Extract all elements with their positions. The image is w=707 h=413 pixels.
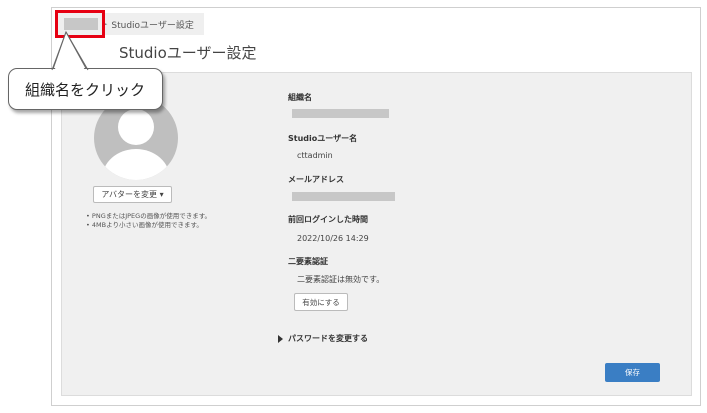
caret-right-icon (278, 334, 283, 343)
avatar-note: PNGまたはJPEGの画像が使用できます。 (86, 212, 211, 221)
email-label: メールアドレス (288, 175, 344, 184)
mfa-status: 二要素認証は無効です。 (297, 275, 385, 284)
studio-user-value: cttadmin (297, 151, 333, 160)
page-title: Studioユーザー設定 (119, 44, 257, 62)
avatar-notes: PNGまたはJPEGの画像が使用できます。 4MBより小さい画像が使用できます。 (86, 212, 211, 230)
breadcrumb-current: Studioユーザー設定 (111, 20, 194, 31)
change-password-label: パスワードを変更する (288, 334, 368, 343)
email-value-redacted (292, 192, 395, 201)
avatar-body-shape (102, 149, 170, 180)
mfa-label: 二要素認証 (288, 257, 328, 266)
annotation-callout: 組織名をクリック (8, 68, 163, 110)
callout-text: 組織名をクリック (25, 80, 146, 99)
avatar-head-shape (118, 109, 154, 145)
last-login-value: 2022/10/26 14:29 (297, 234, 369, 243)
change-avatar-button[interactable]: アバターを変更 ▾ (93, 186, 172, 203)
org-name-label: 組織名 (288, 93, 312, 102)
enable-mfa-button[interactable]: 有効にする (294, 293, 348, 311)
org-name-value-redacted (292, 109, 389, 118)
change-password-toggle[interactable]: パスワードを変更する (278, 333, 368, 344)
avatar-note: 4MBより小さい画像が使用できます。 (86, 221, 211, 230)
save-button[interactable]: 保存 (605, 363, 660, 382)
last-login-label: 前回ログインした時間 (288, 215, 368, 224)
callout-tail-fill (51, 31, 89, 72)
studio-user-label: Studioユーザー名 (288, 134, 358, 143)
